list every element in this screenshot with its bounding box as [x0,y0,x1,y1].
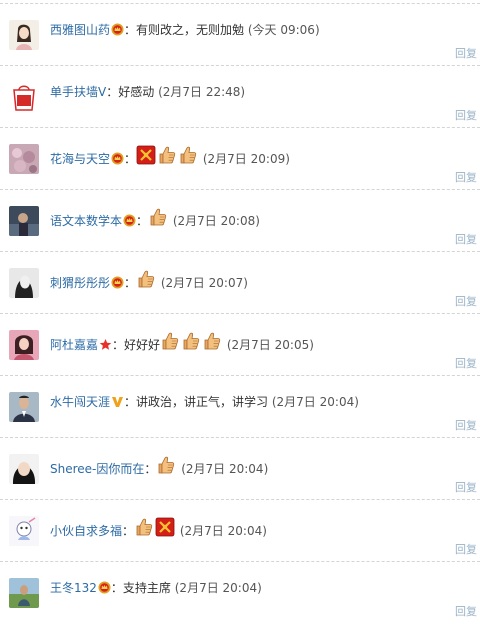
thumbs-up-emoji [157,145,177,170]
comment-text: ：讲政治，讲正气，讲学习 [124,395,269,409]
reply-link[interactable]: 回复 [455,603,477,619]
thumbs-up-emoji [148,207,168,232]
comment-line: 刺猬彤彤彤 ： (2月7日 20:07) [50,269,248,290]
reply-link[interactable]: 回复 [455,45,477,61]
star-red-badge-icon[interactable] [99,338,112,356]
username-link[interactable]: 花海与天空 [50,152,110,166]
avatar-cartoon[interactable] [9,516,39,546]
comment-time: (2月7日 20:04) [179,524,267,538]
comment-time: (2月7日 22:48) [158,85,246,99]
avatar-pink-portrait[interactable] [9,330,39,360]
comment-line: 花海与天空 ： (2月7日 20:09) [50,145,290,166]
username-link[interactable]: 西雅图山药 [50,23,110,37]
comment-time: (2月7日 20:04) [174,581,262,595]
v-yellow-badge-icon[interactable] [111,395,124,413]
comment-line: Sheree-因你而在： (2月7日 20:04) [50,455,269,476]
reply-link[interactable]: 回复 [455,479,477,495]
comment-line: 阿杜嘉嘉 ：好好好 (2月7日 20:05) [50,331,314,352]
thumbs-up-emoji [181,331,201,356]
comment-text: ：支持主席 [110,581,171,595]
thumbs-up-emoji [136,269,156,294]
crown-red-badge-icon[interactable] [111,276,124,294]
comment-item: 语文本数学本 ： (2月7日 20:08) 回复 [0,189,487,251]
comment-text: ：有则改之，无则加勉 [124,23,245,37]
username-link[interactable]: 王冬132 [50,581,97,595]
reply-link[interactable]: 回复 [455,293,477,309]
username-link[interactable]: 单手扶墙V [50,85,106,99]
comment-item: 刺猬彤彤彤 ： (2月7日 20:07) 回复 [0,251,487,313]
username-link[interactable]: 小伙自求多福 [50,524,122,538]
comment-line: 西雅图山药 ：有则改之，无则加勉 (今天 09:06) [50,21,320,39]
reply-link[interactable]: 回复 [455,417,477,433]
reply-link[interactable]: 回复 [455,231,477,247]
reply-link[interactable]: 回复 [455,541,477,557]
crown-red-badge-icon[interactable] [123,214,136,232]
comment-time: (2月7日 20:05) [226,338,314,352]
avatar-flowers[interactable] [9,144,39,174]
crown-red-badge-icon[interactable] [111,23,124,41]
comment-item: 小伙自求多福： (2月7日 20:04) 回复 [0,499,487,561]
comment-line: 单手扶墙V：好感动 (2月7日 22:48) [50,83,245,101]
comment-line: 小伙自求多福： (2月7日 20:04) [50,517,267,538]
crown-red-badge-icon[interactable] [98,581,111,599]
comment-text: ： [124,152,137,166]
username-link[interactable]: 刺猬彤彤彤 [50,276,110,290]
avatar-bw-portrait[interactable] [9,268,39,298]
username-link[interactable]: 水牛闯天涯 [50,395,110,409]
reply-link[interactable]: 回复 [455,355,477,371]
avatar-man-suit[interactable] [9,392,39,422]
comment-line: 语文本数学本 ： (2月7日 20:08) [50,207,260,228]
comment-item: 单手扶墙V：好感动 (2月7日 22:48) 回复 [0,65,487,127]
comment-item: 花海与天空 ： (2月7日 20:09) 回复 [0,127,487,189]
comment-time: (2月7日 20:09) [202,152,290,166]
username-link[interactable]: 语文本数学本 [50,214,122,228]
comment-item: 西雅图山药 ：有则改之，无则加勉 (今天 09:06) 回复 [0,3,487,65]
reply-link[interactable]: 回复 [455,107,477,123]
comment-text: ：好好好 [112,338,161,352]
crown-red-badge-icon[interactable] [111,152,124,170]
comment-text: ： [124,276,137,290]
red-square-emoji [136,145,156,170]
comment-time: (2月7日 20:04) [271,395,359,409]
thumbs-up-emoji [134,517,154,542]
username-link[interactable]: 阿杜嘉嘉 [50,338,98,352]
comment-item: 阿杜嘉嘉 ：好好好 (2月7日 20:05) 回复 [0,313,487,375]
comment-time: (今天 09:06) [247,23,320,37]
comment-text: ： [136,214,149,228]
avatar-dark-photo[interactable] [9,206,39,236]
thumbs-up-emoji [156,455,176,480]
avatar-girl-dark-hair[interactable] [9,454,39,484]
comment-item: 水牛闯天涯 ：讲政治，讲正气，讲学习 (2月7日 20:04) 回复 [0,375,487,437]
comment-time: (2月7日 20:08) [172,214,260,228]
reply-link[interactable]: 回复 [455,169,477,185]
red-square-emoji [155,517,175,542]
thumbs-up-emoji [202,331,222,356]
comment-line: 王冬132 ：支持主席 (2月7日 20:04) [50,579,262,597]
avatar-outdoor[interactable] [9,578,39,608]
comment-text: ： [122,524,135,538]
avatar-girl-drawing[interactable] [9,20,39,50]
comment-time: (2月7日 20:07) [160,276,248,290]
comment-text: ： [144,462,157,476]
comment-item: 王冬132 ：支持主席 (2月7日 20:04) 回复 [0,561,487,623]
comment-text: ：好感动 [106,85,155,99]
avatar-red-logo[interactable] [9,82,39,112]
thumbs-up-emoji [178,145,198,170]
username-link[interactable]: Sheree-因你而在 [50,462,144,476]
comment-item: Sheree-因你而在： (2月7日 20:04) 回复 [0,437,487,499]
comment-line: 水牛闯天涯 ：讲政治，讲正气，讲学习 (2月7日 20:04) [50,393,359,411]
comment-time: (2月7日 20:04) [181,462,269,476]
thumbs-up-emoji [160,331,180,356]
